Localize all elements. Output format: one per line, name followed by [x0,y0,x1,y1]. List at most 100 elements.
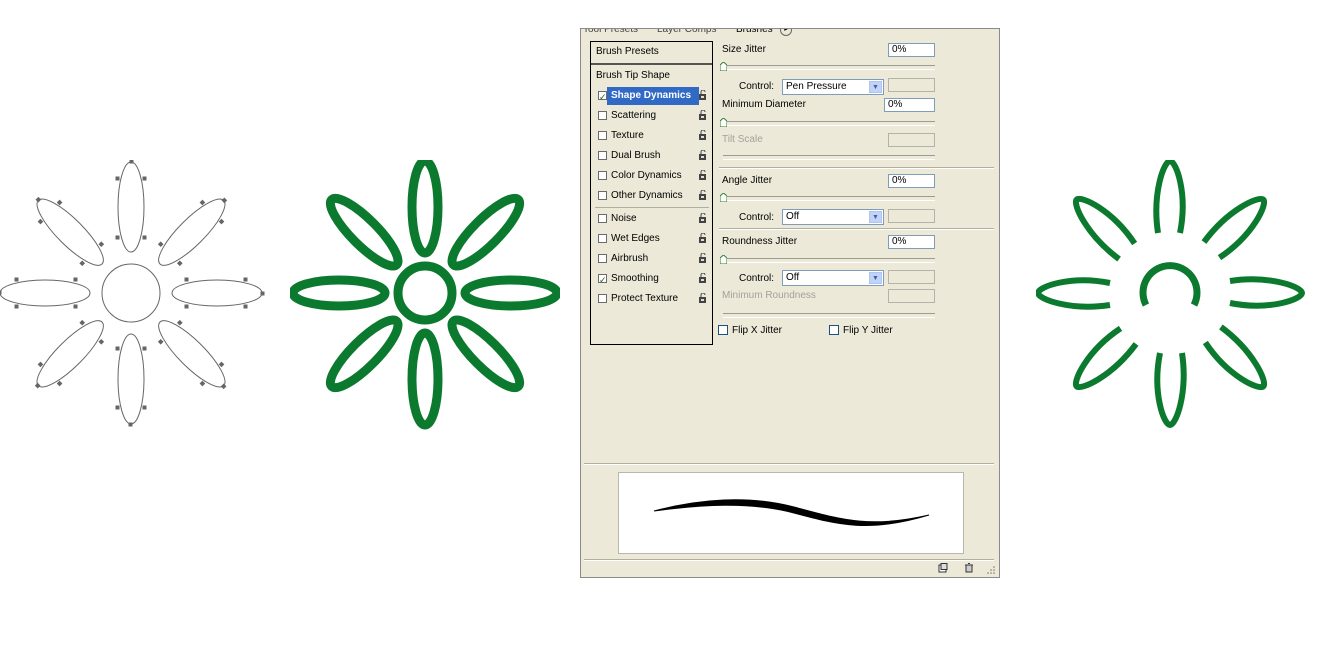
list-item-scattering[interactable]: Scattering [591,107,712,125]
slider-thumb-icon[interactable] [720,255,727,264]
flower-stroked [290,160,560,430]
brush-tip-shape-item[interactable]: Brush Tip Shape [591,66,712,86]
scattering-checkbox[interactable] [598,111,607,120]
tilt-scale-slider [723,155,935,160]
other-dynamics-checkbox[interactable] [598,191,607,200]
list-item-airbrush[interactable]: Airbrush [591,250,712,268]
chevron-down-icon[interactable]: ▼ [869,81,882,93]
list-item-dual-brush[interactable]: Dual Brush [591,147,712,165]
angle-control-select[interactable]: Off ▼ [782,209,884,225]
minimum-diameter-input[interactable]: 0% [884,98,935,112]
flip-y-jitter-checkbox[interactable] [829,325,839,335]
new-brush-icon[interactable] [938,563,948,573]
lock-icon[interactable] [698,213,709,224]
roundness-control-select[interactable]: Off ▼ [782,270,884,286]
list-item-label: Airbrush [611,253,649,264]
lock-icon[interactable] [698,273,709,284]
minimum-roundness-slider [723,313,935,318]
list-item-noise[interactable]: Noise [591,210,712,228]
brush-presets-item[interactable]: Brush Presets [591,42,712,62]
list-item-other-dynamics[interactable]: Other Dynamics [591,187,712,205]
chevron-down-icon[interactable]: ▼ [869,272,882,284]
tilt-scale-input [888,133,935,147]
resize-grip-icon[interactable] [986,565,996,575]
shape-dynamics-checkbox[interactable] [598,88,607,106]
panel-tabs: Tool Presets Layer Comps Brushes ▸ [581,29,811,37]
brush-stroke-icon [653,499,930,527]
brush-stroke-preview [618,472,964,554]
select-value: Off [786,211,800,222]
roundness-jitter-slider[interactable] [723,258,935,263]
list-item-protect-texture[interactable]: Protect Texture [591,290,712,308]
select-value: Off [786,272,800,283]
size-jitter-slider[interactable] [723,65,935,70]
minimum-diameter-slider[interactable] [723,121,935,126]
chevron-down-icon[interactable]: ▼ [869,211,882,223]
flip-y-jitter-label: Flip Y Jitter [843,325,893,336]
airbrush-checkbox[interactable] [598,254,607,263]
smoothing-checkbox[interactable] [598,271,607,289]
list-item-label: Noise [611,213,637,224]
lock-icon[interactable] [698,90,709,101]
roundness-control-extra-input [888,270,935,284]
roundness-jitter-label: Roundness Jitter [722,236,798,247]
lock-icon[interactable] [698,293,709,304]
lock-icon[interactable] [698,150,709,161]
flower-path-outline [0,160,265,427]
protect-texture-checkbox[interactable] [598,294,607,303]
tab-tool-presets[interactable]: Tool Presets [583,29,638,37]
size-jitter-input[interactable]: 0% [888,43,935,57]
lock-icon[interactable] [698,130,709,141]
tilt-scale-label: Tilt Scale [722,134,763,145]
list-item-label: Color Dynamics [611,170,682,181]
list-item-label: Shape Dynamics [607,87,699,105]
trash-icon[interactable] [964,563,974,573]
size-control-select[interactable]: Pen Pressure ▼ [782,79,884,95]
wet-edges-checkbox[interactable] [598,234,607,243]
lock-icon[interactable] [698,110,709,121]
list-item-smoothing[interactable]: Smoothing [591,270,712,289]
divider [719,228,994,230]
brush-settings-list: Brush Presets Brush Tip Shape Shape Dyna… [590,41,713,345]
angle-control-label: Control: [739,212,775,223]
select-value: Pen Pressure [786,81,847,92]
slider-thumb-icon[interactable] [720,193,727,202]
divider [719,167,994,169]
slider-thumb-icon[interactable] [720,118,727,127]
tab-brushes[interactable]: Brushes [736,29,773,37]
size-control-label: Control: [739,81,775,92]
roundness-control-label: Control: [739,273,775,284]
size-control-extra-input [888,78,935,92]
size-jitter-label: Size Jitter [722,44,766,55]
list-item-wet-edges[interactable]: Wet Edges [591,230,712,248]
lock-icon[interactable] [698,253,709,264]
slider-thumb-icon[interactable] [720,62,727,71]
color-dynamics-checkbox[interactable] [598,171,607,180]
minimum-roundness-label: Minimum Roundness [722,290,816,301]
list-item-label: Protect Texture [611,293,679,304]
lock-icon[interactable] [698,233,709,244]
angle-jitter-input[interactable]: 0% [888,174,935,188]
flip-x-jitter-checkbox[interactable] [718,325,728,335]
flower-pressure-stroked [1036,160,1306,430]
list-item-label: Texture [611,130,644,141]
panel-menu-icon[interactable]: ▸ [780,29,792,36]
list-item-color-dynamics[interactable]: Color Dynamics [591,167,712,185]
angle-jitter-slider[interactable] [723,196,935,201]
minimum-diameter-label: Minimum Diameter [722,99,806,110]
roundness-jitter-input[interactable]: 0% [888,235,935,249]
list-item-label: Wet Edges [611,233,660,244]
lock-icon[interactable] [698,170,709,181]
dual-brush-checkbox[interactable] [598,151,607,160]
list-item-label: Smoothing [611,273,659,284]
list-item-label: Other Dynamics [611,190,683,201]
angle-jitter-label: Angle Jitter [722,175,773,186]
tab-layer-comps[interactable]: Layer Comps [657,29,716,37]
noise-checkbox[interactable] [598,214,607,223]
list-item-shape-dynamics[interactable]: Shape Dynamics [591,87,712,106]
list-item-texture[interactable]: Texture [591,127,712,145]
divider [584,463,994,465]
texture-checkbox[interactable] [598,131,607,140]
lock-icon[interactable] [698,190,709,201]
list-item-label: Dual Brush [611,150,661,161]
